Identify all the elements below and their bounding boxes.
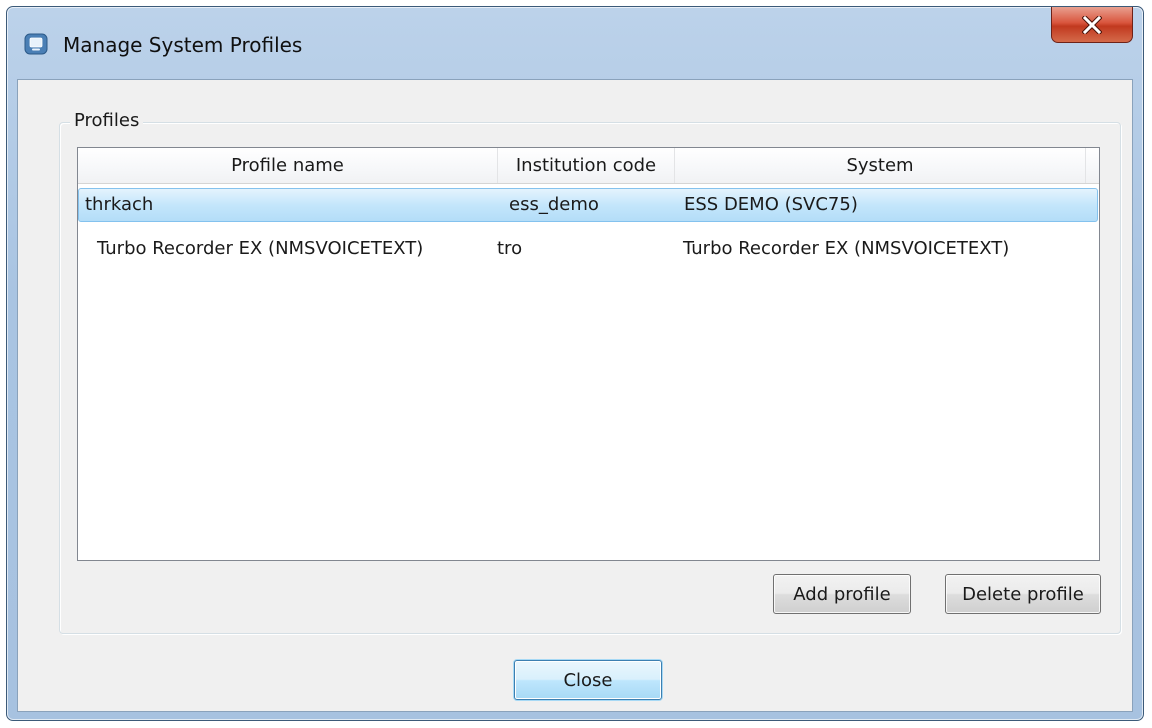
cell-system: ESS DEMO (SVC75) [684,194,858,215]
close-x-icon [1082,15,1102,34]
profiles-group-label: Profiles [70,110,144,131]
window-close-button[interactable] [1051,7,1133,43]
manage-system-profiles-window: Manage System Profiles Profiles Profile … [6,6,1144,721]
window-title: Manage System Profiles [63,33,303,57]
cell-institution-code: ess_demo [509,194,599,215]
table-row[interactable]: thrkach ess_demo ESS DEMO (SVC75) [78,188,1098,222]
profiles-list[interactable]: Profile name Institution code System thr… [77,147,1100,561]
table-row[interactable]: Turbo Recorder EX (NMSVOICETEXT) tro Tur… [78,232,1098,266]
close-button[interactable]: Close [514,660,662,700]
cell-profile-name: Turbo Recorder EX (NMSVOICETEXT) [97,238,424,259]
delete-profile-button[interactable]: Delete profile [945,574,1101,614]
cell-institution-code: tro [497,238,523,259]
column-header-profile-name[interactable]: Profile name [78,148,498,183]
title-bar[interactable]: Manage System Profiles [7,7,1143,79]
app-window-icon [24,33,48,55]
cell-profile-name: thrkach [85,194,154,215]
column-header-system[interactable]: System [675,148,1086,183]
list-header: Profile name Institution code System [78,148,1099,184]
column-header-institution-code[interactable]: Institution code [498,148,675,183]
dialog-client-area: Profiles Profile name Institution code S… [17,79,1133,712]
profiles-groupbox: Profiles Profile name Institution code S… [59,110,1121,634]
cell-system: Turbo Recorder EX (NMSVOICETEXT) [683,238,1010,259]
add-profile-button[interactable]: Add profile [773,574,911,614]
